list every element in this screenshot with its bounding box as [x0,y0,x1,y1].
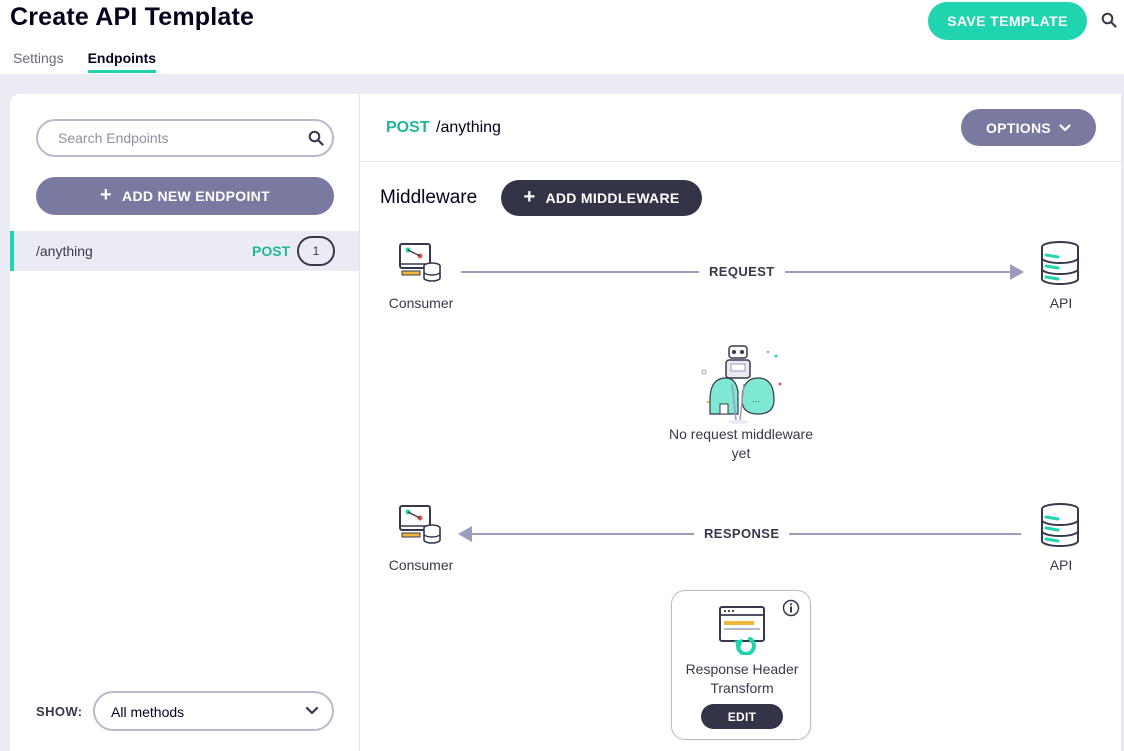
middleware-card-title: Response Header Transform [685,661,799,696]
options-label: OPTIONS [985,119,1052,136]
plus-icon: + [100,184,113,206]
api-database-icon [1041,503,1079,547]
response-consumer-label: Consumer [388,557,454,573]
method-filter-value: All methods [111,704,185,720]
search-icon[interactable] [1101,12,1117,28]
endpoint-middleware-count-badge: 1 [297,236,335,266]
request-consumer-label: Consumer [388,295,454,311]
endpoint-detail-panel: POST /anything OPTIONS Middleware + ADD … [360,94,1121,751]
endpoint-method: POST [252,243,291,259]
info-icon[interactable] [782,599,800,617]
endpoint-header: POST /anything OPTIONS [360,94,1121,162]
api-database-icon [1041,241,1079,285]
search-icon[interactable] [308,130,324,146]
consumer-icon [399,505,441,544]
endpoint-list-item[interactable]: /anything POST 1 [10,231,359,271]
response-label: RESPONSE [694,526,790,541]
plus-icon: + [523,186,536,208]
options-button[interactable]: OPTIONS [961,109,1096,146]
tab-endpoints[interactable]: Endpoints [87,50,157,73]
endpoint-path: /anything [36,243,93,259]
search-endpoints-input[interactable] [38,121,298,155]
tab-settings[interactable]: Settings [13,50,64,73]
add-middleware-label: ADD MIDDLEWARE [545,190,680,206]
svg-text:...: ... [752,395,760,404]
response-api-label: API [1049,557,1073,573]
page-title: Create API Template [10,3,255,31]
response-header-transform-icon [719,606,765,655]
endpoint-path-label: /anything [436,119,501,136]
method-filter-select[interactable]: All methods [93,691,334,731]
top-bar: Create API Template SAVE TEMPLATE Settin… [0,0,1124,74]
arrow-left-icon [458,526,472,542]
save-template-button[interactable]: SAVE TEMPLATE [928,2,1087,40]
arrow-right-icon [1010,264,1024,280]
request-api-label: API [1049,295,1073,311]
edit-middleware-button[interactable]: EDIT [701,704,783,729]
add-new-endpoint-label: ADD NEW ENDPOINT [122,188,270,204]
endpoint-method-label: POST [386,119,430,136]
no-request-middleware-text: No request middleware yet [669,426,813,461]
endpoint-search [36,119,334,157]
add-new-endpoint-button[interactable]: + ADD NEW ENDPOINT [36,177,334,215]
tab-bar: Settings Endpoints [13,50,157,73]
request-label: REQUEST [699,264,785,279]
robot-illustration-icon: ... [701,345,782,424]
middleware-title: Middleware [380,187,478,208]
chevron-down-icon [305,706,319,715]
middleware-card[interactable]: Response Header Transform EDIT [671,590,811,740]
endpoints-sidebar: + ADD NEW ENDPOINT /anything POST 1 SHOW… [10,94,360,751]
add-middleware-button[interactable]: + ADD MIDDLEWARE [501,180,702,216]
consumer-icon [399,243,441,282]
chevron-down-icon [1059,123,1071,131]
show-filter-label: SHOW: [36,704,83,719]
